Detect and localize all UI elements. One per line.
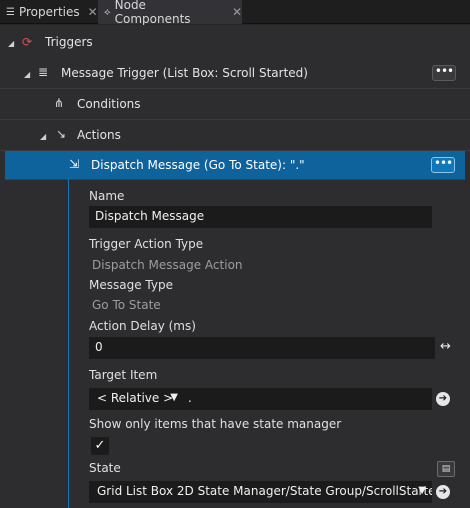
expand-arrow-icon[interactable]: ◢ bbox=[8, 39, 14, 48]
target-item-label: Target Item bbox=[89, 368, 158, 382]
tree-item-triggers[interactable]: ◢ ⟳ Triggers bbox=[0, 27, 470, 58]
state-label: State bbox=[89, 461, 121, 475]
expand-arrow-icon[interactable]: ◢ bbox=[24, 70, 30, 79]
target-path-field[interactable]: . bbox=[184, 388, 432, 410]
action-delay-field[interactable]: 0 bbox=[89, 337, 435, 359]
node-components-panel: ◢ ⟳ Triggers ◢ ≣ Message Trigger (List B… bbox=[0, 25, 470, 508]
conditions-icon: ⋔ bbox=[54, 96, 65, 110]
tree-item-message-trigger[interactable]: ◢ ≣ Message Trigger (List Box: Scroll St… bbox=[0, 58, 470, 89]
tree-item-conditions[interactable]: ⋔ Conditions bbox=[0, 89, 470, 120]
tree-item-label: Message Trigger (List Box: Scroll Starte… bbox=[61, 66, 308, 80]
go-to-state-icon[interactable]: ➔ bbox=[436, 485, 450, 499]
actions-icon: ↘ bbox=[56, 127, 67, 141]
tab-bar: ☰ Properties ✕ ⟡ Node Components ✕ bbox=[0, 0, 470, 26]
show-only-label: Show only items that have state manager bbox=[89, 417, 342, 431]
dispatch-message-icon: ⇲ bbox=[69, 157, 80, 171]
chevron-down-icon: ▼ bbox=[170, 392, 178, 403]
message-trigger-icon: ≣ bbox=[38, 65, 49, 79]
tab-properties-label: Properties bbox=[18, 5, 80, 19]
state-picker-icon[interactable]: ▤ bbox=[437, 461, 455, 477]
tree-item-actions[interactable]: ◢ ↘ Actions bbox=[0, 120, 470, 151]
action-properties: Name Dispatch Message Trigger Action Typ… bbox=[68, 179, 462, 508]
trigger-action-type-value: Dispatch Message Action bbox=[92, 258, 243, 272]
tree-item-label: Triggers bbox=[45, 35, 93, 49]
close-icon[interactable]: ✕ bbox=[88, 5, 98, 19]
trigger-icon: ⟳ bbox=[22, 35, 33, 49]
trigger-action-type-label: Trigger Action Type bbox=[89, 237, 204, 251]
more-options-button[interactable]: ••• bbox=[432, 65, 456, 81]
state-dropdown[interactable]: Grid List Box 2D State Manager/State Gro… bbox=[89, 481, 432, 503]
tree-item-label: Actions bbox=[77, 128, 121, 142]
tab-properties[interactable]: ☰ Properties ✕ bbox=[0, 0, 98, 24]
name-field[interactable]: Dispatch Message bbox=[89, 206, 432, 228]
close-icon[interactable]: ✕ bbox=[232, 5, 242, 19]
tree-item-label: Dispatch Message (Go To State): "." bbox=[91, 158, 305, 172]
drag-value-icon[interactable]: ↔ bbox=[440, 339, 451, 354]
tree-item-label: Conditions bbox=[77, 97, 141, 111]
tree-item-dispatch-message[interactable]: ⇲ Dispatch Message (Go To State): "." ••… bbox=[5, 151, 465, 180]
state-value: Grid List Box 2D State Manager/State Gro… bbox=[97, 484, 432, 498]
action-delay-label: Action Delay (ms) bbox=[89, 319, 196, 333]
target-relative-dropdown[interactable]: < Relative > ▼ bbox=[89, 388, 184, 410]
tab-node-components-label: Node Components bbox=[114, 0, 191, 26]
target-relative-value: < Relative > bbox=[97, 391, 174, 405]
properties-icon: ☰ bbox=[6, 6, 15, 18]
expand-arrow-icon[interactable]: ◢ bbox=[40, 132, 46, 141]
go-to-target-icon[interactable]: ➔ bbox=[436, 392, 450, 406]
more-options-button[interactable]: ••• bbox=[431, 157, 455, 173]
chevron-down-icon: ▼ bbox=[418, 485, 426, 496]
show-only-checkbox[interactable]: ✓ bbox=[91, 437, 109, 455]
name-label: Name bbox=[89, 189, 125, 203]
node-components-icon: ⟡ bbox=[104, 6, 111, 18]
tab-node-components[interactable]: ⟡ Node Components ✕ bbox=[98, 0, 242, 26]
message-type-label: Message Type bbox=[89, 278, 173, 292]
message-type-value: Go To State bbox=[92, 298, 161, 312]
